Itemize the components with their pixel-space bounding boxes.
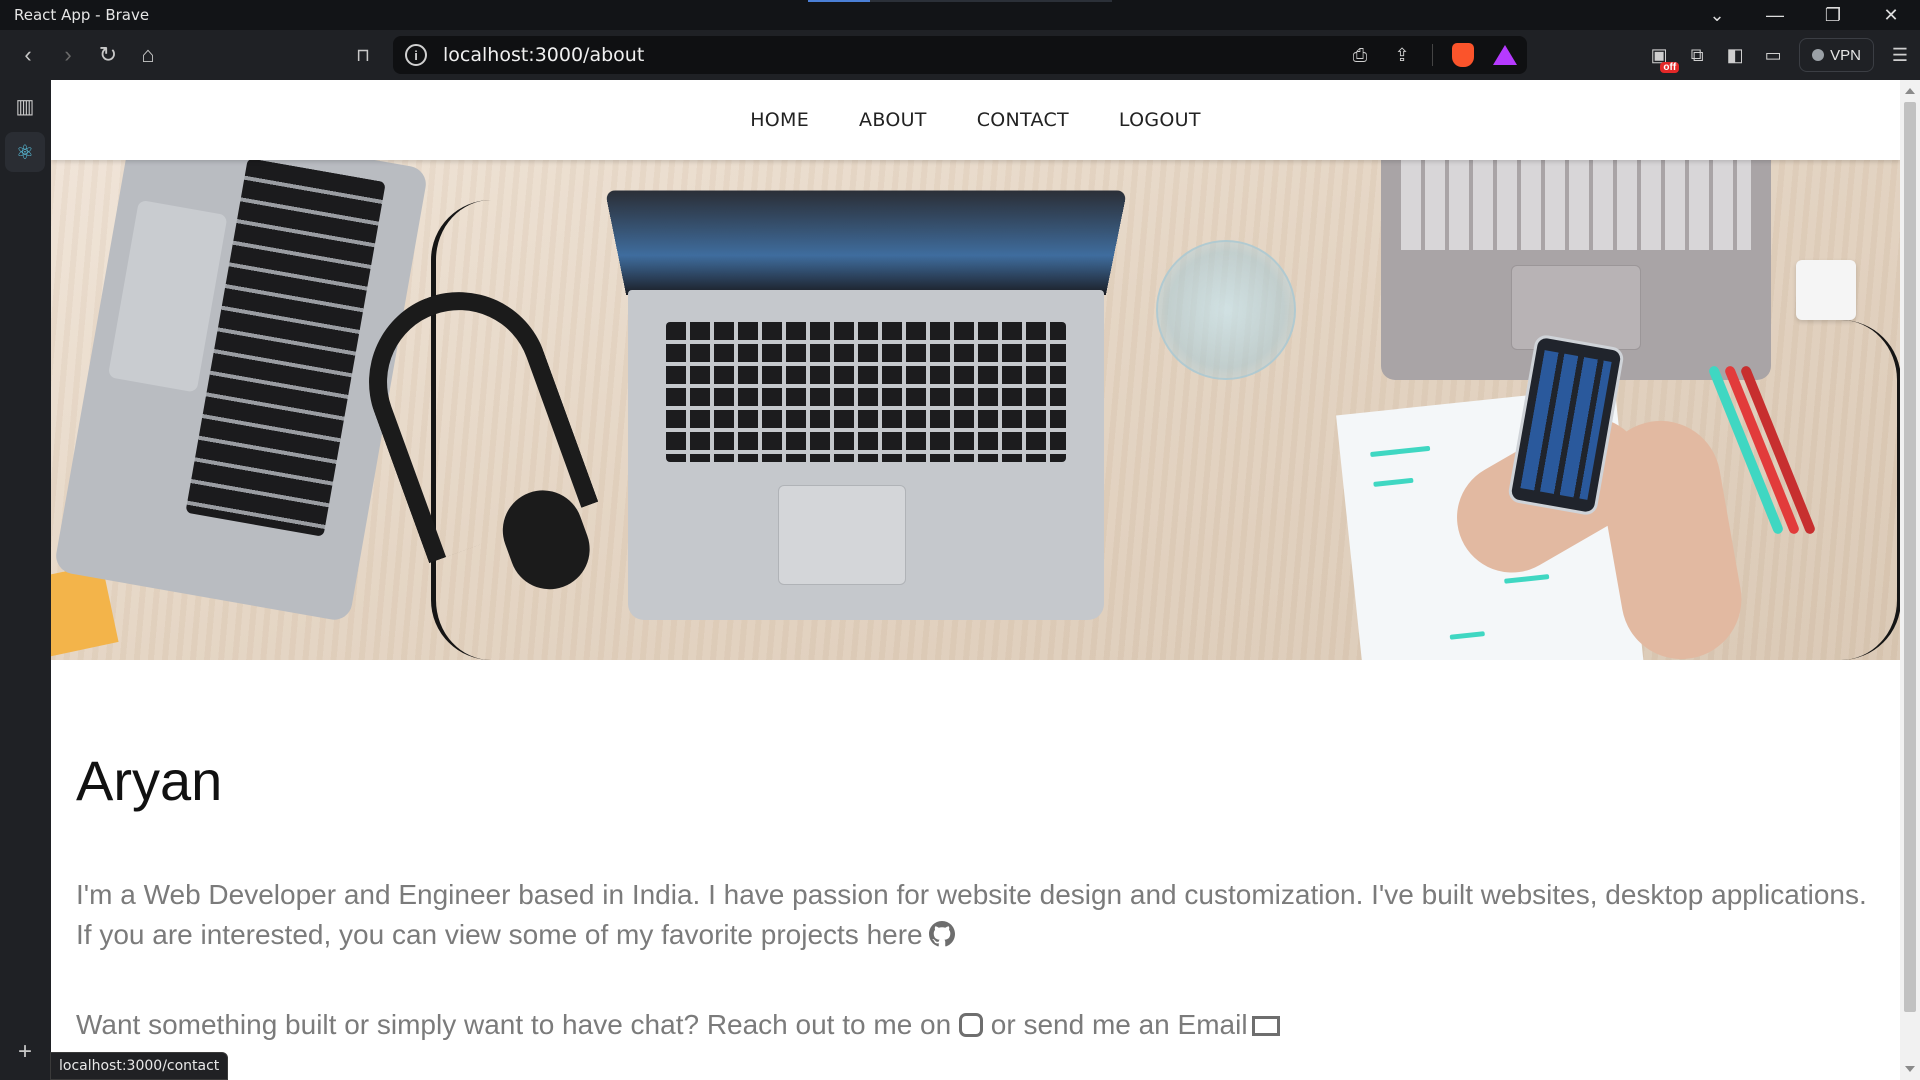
- site-info-icon[interactable]: i: [405, 44, 427, 66]
- reload-icon[interactable]: ↻: [88, 35, 128, 75]
- restore-icon[interactable]: ❐: [1804, 0, 1862, 30]
- bio-paragraph: I'm a Web Developer and Engineer based i…: [76, 875, 1875, 955]
- bookmark-icon[interactable]: ⊓: [343, 35, 383, 75]
- address-bar[interactable]: i localhost:3000/about ⎙ ⇪: [393, 36, 1527, 74]
- about-content: Aryan I'm a Web Developer and Engineer b…: [51, 748, 1900, 1045]
- brave-shields-icon[interactable]: [1451, 43, 1475, 67]
- nav-contact-link[interactable]: CONTACT: [977, 109, 1069, 131]
- vpn-button[interactable]: VPN: [1799, 38, 1874, 72]
- window-title: React App - Brave: [14, 6, 150, 24]
- share-icon[interactable]: ⇪: [1390, 43, 1414, 67]
- vpn-label: VPN: [1830, 46, 1861, 64]
- profile-name: Aryan: [76, 749, 223, 812]
- add-sidebar-item-icon[interactable]: +: [5, 1032, 45, 1072]
- email-icon[interactable]: [1251, 1016, 1280, 1036]
- react-devtools-icon[interactable]: ⚛: [5, 132, 45, 172]
- forward-icon[interactable]: ›: [48, 35, 88, 75]
- nav-home-link[interactable]: HOME: [750, 109, 809, 131]
- browser-toolbar: ‹ › ↻ ⌂ ⊓ i localhost:3000/about ⎙ ⇪ ▣ of…: [0, 30, 1920, 80]
- home-icon[interactable]: ⌂: [128, 35, 168, 75]
- sidebar-toggle-icon[interactable]: ◧: [1723, 43, 1747, 67]
- site-navbar: HOME ABOUT CONTACT LOGOUT: [51, 80, 1900, 160]
- instagram-icon[interactable]: [958, 1013, 983, 1037]
- window-controls: ⌄ — ❐ ✕: [1688, 0, 1920, 30]
- scroll-up-icon[interactable]: [1905, 88, 1915, 94]
- sidebar-panel-icon[interactable]: ▥: [5, 86, 45, 126]
- browser-sidebar: ▥ ⚛ +: [0, 80, 50, 1080]
- menu-icon[interactable]: ☰: [1888, 43, 1912, 67]
- brave-rewards-icon[interactable]: [1493, 43, 1517, 67]
- off-badge: off: [1660, 62, 1680, 73]
- close-icon[interactable]: ✕: [1862, 0, 1920, 30]
- back-icon[interactable]: ‹: [8, 35, 48, 75]
- tab-search-chevron-icon[interactable]: ⌄: [1688, 0, 1746, 30]
- window-titlebar: React App - Brave ⌄ — ❐ ✕: [0, 0, 1920, 30]
- nav-about-link[interactable]: ABOUT: [859, 109, 927, 131]
- github-icon[interactable]: [928, 921, 955, 947]
- minimize-icon[interactable]: —: [1746, 0, 1804, 30]
- bio-intro: I'm a Web Developer and Engineer based i…: [76, 879, 1867, 910]
- scrollbar-thumb[interactable]: [1904, 102, 1916, 1012]
- page-viewport: HOME ABOUT CONTACT LOGOUT Aryan I'm a We…: [51, 80, 1900, 1080]
- install-app-icon[interactable]: ⎙: [1348, 43, 1372, 67]
- bio-contact-text: Want something built or simply want to h…: [76, 1009, 952, 1040]
- tab-strip-indicator: [808, 0, 1112, 2]
- vpn-status-icon: [1812, 49, 1825, 61]
- scroll-down-icon[interactable]: [1905, 1066, 1915, 1072]
- link-hover-status: localhost:3000/contact: [50, 1052, 229, 1080]
- bio-projects: If you are interested, you can view some…: [76, 919, 923, 950]
- hero-desk-image: [51, 160, 1900, 660]
- page-scrollbar[interactable]: [1900, 80, 1920, 1080]
- bio-contact-email-text: or send me an Email: [990, 1009, 1248, 1040]
- wallet-icon[interactable]: ▭: [1761, 43, 1785, 67]
- url-text[interactable]: localhost:3000/about: [443, 44, 644, 66]
- bio-contact-paragraph: Want something built or simply want to h…: [76, 1005, 1875, 1045]
- extension-off-icon[interactable]: ▣ off: [1647, 43, 1680, 73]
- nav-logout-link[interactable]: LOGOUT: [1119, 109, 1201, 131]
- extensions-puzzle-icon[interactable]: ⧉: [1685, 43, 1709, 67]
